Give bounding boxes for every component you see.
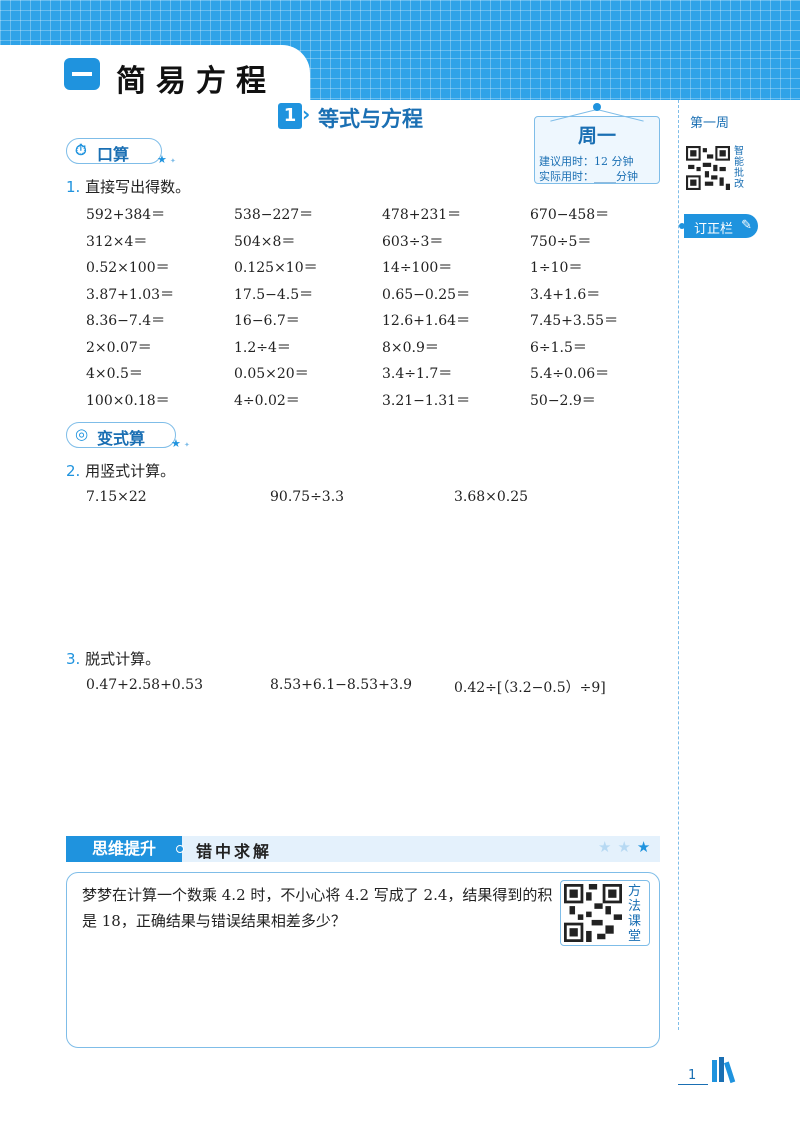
chevron-right-icon: ›	[302, 102, 311, 126]
lesson-number: 1	[278, 103, 302, 129]
question-3: 3. 脱式计算。	[66, 648, 160, 669]
unit-number-badge	[64, 58, 100, 90]
header-grid-band-lower	[290, 58, 800, 100]
unit-title: 简易方程	[116, 64, 276, 99]
oral-problem: 0.52×100＝	[86, 260, 170, 276]
oral-problem: 8.36−7.4＝	[86, 313, 166, 329]
oral-problem: 478+231＝	[382, 207, 462, 223]
page-number-underline	[678, 1084, 708, 1085]
oral-problem: 17.5−4.5＝	[234, 286, 314, 303]
oral-problem: 0.65−0.25＝	[382, 286, 471, 303]
oral-problem: 592+384＝	[86, 207, 166, 223]
thinking-dot	[176, 845, 184, 853]
target-icon: ◎	[75, 425, 89, 443]
section-variant: ◎ 变式算 ★ ✦	[66, 422, 190, 450]
oral-problem: 0.125×10＝	[234, 260, 318, 276]
question-prompt: 用竖式计算。	[85, 462, 176, 480]
week-label: 第一周	[690, 116, 730, 131]
oral-problem: 670−458＝	[530, 207, 610, 223]
qr-code-icon[interactable]	[564, 884, 622, 942]
correction-tab: 订正栏 ✎	[684, 214, 758, 238]
question-2: 2. 用竖式计算。	[66, 460, 175, 481]
thinking-subtitle: 错中求解	[196, 842, 273, 861]
question-number: 1.	[66, 178, 81, 196]
stopwatch-icon: ⏱	[75, 141, 87, 159]
star-icon: ★	[598, 838, 618, 856]
oral-problem: 4÷0.02＝	[234, 392, 300, 409]
question-prompt: 直接写出得数。	[85, 178, 191, 196]
oral-problem: 1.2÷4＝	[234, 339, 291, 356]
sidebar-divider	[678, 100, 679, 1030]
oral-problem: 50−2.9＝	[530, 392, 596, 409]
stepwise-problem: 8.53+6.1−8.53+3.9	[270, 677, 413, 693]
question-1: 1. 直接写出得数。	[66, 176, 190, 197]
oral-problem: 4×0.5＝	[86, 366, 143, 382]
unit-one-mark	[72, 72, 92, 76]
star-icon: ★	[636, 838, 657, 856]
thinking-problem: 梦梦在计算一个数乘 4.2 时，不小心将 4.2 写成了 2.4，结果得到的积是…	[82, 886, 553, 930]
oral-problem: 3.87+1.03＝	[86, 286, 175, 303]
correction-label: 订正栏	[694, 222, 734, 237]
oral-problem: 504×8＝	[234, 233, 296, 250]
oral-problem: 538−227＝	[234, 207, 314, 223]
vertical-problem: 90.75÷3.3	[270, 489, 345, 505]
suggested-time: 建议用时：12 分钟	[539, 155, 634, 168]
pencil-icon: ✎	[741, 218, 752, 233]
stepwise-problem: 0.47+2.58+0.53	[86, 677, 203, 693]
section-oral: ⏱ 口算 ★ ✦	[66, 138, 176, 166]
oral-problem: 312×4＝	[86, 233, 148, 250]
oral-problem: 750÷5＝	[530, 233, 592, 250]
vertical-problem: 3.68×0.25	[454, 489, 529, 505]
star-icon: ★	[157, 153, 167, 166]
oral-problem: 8×0.9＝	[382, 339, 439, 356]
day-card: 周一 建议用时：12 分钟 实际用时：____分钟	[534, 103, 660, 184]
oral-problem: 603÷3＝	[382, 233, 444, 250]
lesson-title: 等式与方程	[318, 107, 423, 131]
books-icon	[712, 1057, 736, 1084]
qr-method-caption: 方法课堂	[628, 884, 642, 944]
oral-problem: 3.4÷1.7＝	[382, 366, 453, 382]
card-string-right	[596, 109, 644, 122]
page-number: 1	[688, 1068, 697, 1083]
oral-problem: 3.21−1.31＝	[382, 392, 471, 409]
stepwise-problem: 0.42÷[（3.2−0.5）÷9]	[454, 680, 606, 696]
star-small-icon: ✦	[170, 157, 176, 165]
qr-code-icon[interactable]	[686, 146, 730, 190]
vertical-problem: 7.15×22	[86, 489, 147, 505]
oral-problem: 16−6.7＝	[234, 313, 300, 329]
actual-time: 实际用时：____分钟	[539, 170, 638, 183]
thinking-label: 思维提升	[66, 836, 182, 862]
oral-problem: 14÷100＝	[382, 260, 453, 276]
oral-problem: 5.4÷0.06＝	[530, 366, 610, 382]
oral-problem: 7.45+3.55＝	[530, 313, 619, 329]
question-number: 3.	[66, 650, 81, 668]
card-string-left	[550, 109, 598, 122]
section-variant-label: 变式算	[97, 429, 146, 448]
oral-problem: 6÷1.5＝	[530, 339, 587, 356]
pin-icon	[593, 103, 601, 111]
oral-problem: 12.6+1.64＝	[382, 313, 471, 329]
day-title: 周一	[577, 125, 616, 147]
qr-caption: 智能批改	[734, 146, 744, 190]
star-small-icon: ✦	[184, 441, 190, 449]
star-icon: ★	[171, 437, 181, 450]
oral-problem: 0.05×20＝	[234, 366, 309, 382]
oral-problem: 100×0.18＝	[86, 392, 170, 409]
oral-problem: 3.4+1.6＝	[530, 286, 601, 303]
difficulty-stars: ★★★	[598, 838, 656, 856]
star-icon: ★	[617, 838, 637, 856]
question-number: 2.	[66, 462, 81, 480]
question-prompt: 脱式计算。	[85, 650, 161, 668]
section-oral-label: 口算	[97, 145, 130, 164]
oral-problem: 1÷10＝	[530, 260, 583, 276]
oral-problem: 2×0.07＝	[86, 339, 152, 356]
